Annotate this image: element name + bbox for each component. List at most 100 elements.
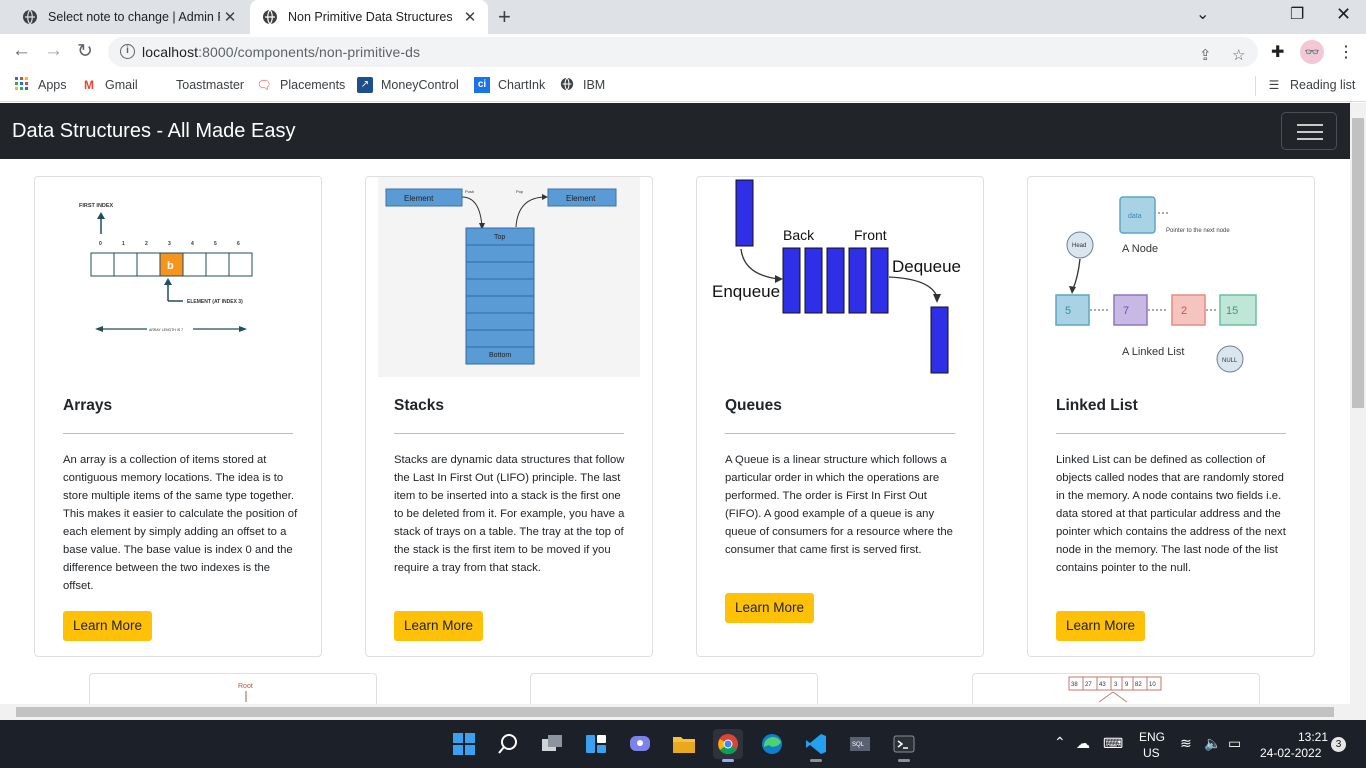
tab-non-primitive[interactable]: Non Primitive Data Structures ✕ <box>250 0 488 34</box>
divider <box>394 433 624 434</box>
card-queues: Enqueue Back Front Dequeue Queues A Queu… <box>696 176 984 657</box>
forward-arrow-icon[interactable]: → <box>44 40 63 62</box>
divider <box>1056 433 1286 434</box>
tab-admin[interactable]: Select note to change | Admin Pa ✕ <box>10 0 248 34</box>
globe-icon <box>262 9 278 25</box>
widgets-icon[interactable] <box>581 729 611 759</box>
teams-chat-icon[interactable] <box>625 729 655 759</box>
url-text[interactable]: localhost:8000/components/non-primitive-… <box>142 44 420 60</box>
reading-list-label: Reading list <box>1290 78 1356 92</box>
svg-text:Top: Top <box>494 234 505 241</box>
restore-window-icon[interactable]: ❐ <box>1290 4 1304 24</box>
wifi-icon[interactable]: ≋ <box>1180 735 1192 752</box>
stack-diagram-image: Element Element Push Pop Top Bottom <box>378 177 640 377</box>
bookmark-label: ChartInk <box>498 78 546 92</box>
vertical-scrollbar[interactable] <box>1350 103 1366 704</box>
back-arrow-icon[interactable]: ← <box>12 40 31 62</box>
bookmark-gmail[interactable]: M Gmail <box>81 77 138 93</box>
moneycontrol-icon: ↗ <box>357 77 373 93</box>
hash-diagram-image: 38 27 43 3 9 82 10 <box>1068 676 1162 703</box>
hamburger-bar <box>1297 131 1323 133</box>
bookmark-label: Toastmaster <box>176 78 245 92</box>
svg-text:Pop: Pop <box>516 189 524 194</box>
menu-dots-icon[interactable]: ⋮ <box>1338 42 1354 62</box>
svg-text:data: data <box>1128 213 1142 220</box>
site-navbar: Data Structures - All Made Easy <box>0 103 1350 159</box>
chrome-icon[interactable] <box>713 729 743 762</box>
svg-text:7: 7 <box>1123 305 1129 317</box>
site-brand[interactable]: Data Structures - All Made Easy <box>12 120 295 143</box>
terminal-icon[interactable] <box>889 729 919 762</box>
chevron-down-icon[interactable]: ⌄ <box>1196 4 1209 24</box>
database-tool-icon[interactable]: SQL <box>845 729 875 759</box>
close-icon[interactable]: ✕ <box>220 8 240 26</box>
puzzle-extensions-icon[interactable]: ✚ <box>1271 42 1284 62</box>
tab-strip: Select note to change | Admin Pa ✕ Non P… <box>0 0 1366 34</box>
keyboard-icon[interactable]: ⌨ <box>1103 735 1123 752</box>
reading-list-button[interactable]: ☰ Reading list <box>1266 77 1356 93</box>
linked-list-diagram-image: data Pointer to the next node A Node Hea… <box>1055 196 1257 373</box>
chevron-up-icon[interactable]: ⌃ <box>1054 734 1066 751</box>
bookmark-moneycontrol[interactable]: ↗ MoneyControl <box>357 77 459 93</box>
learn-more-button[interactable]: Learn More <box>725 593 815 623</box>
edge-icon[interactable] <box>757 729 787 759</box>
divider <box>63 433 293 434</box>
language-code[interactable]: ENG <box>1139 730 1165 744</box>
card-text: A Queue is a linear structure which foll… <box>725 454 953 556</box>
blank-page-icon <box>152 77 168 93</box>
close-window-icon[interactable]: ✕ <box>1336 4 1351 25</box>
divider <box>1255 76 1256 96</box>
card-text: An array is a collection of items stored… <box>63 454 298 592</box>
svg-text:5: 5 <box>214 241 217 247</box>
profile-avatar[interactable]: 👓 <box>1300 40 1324 64</box>
battery-icon[interactable]: ▭ <box>1228 735 1241 752</box>
bookmark-toastmaster[interactable]: Toastmaster <box>152 77 244 93</box>
search-icon[interactable] <box>493 729 523 759</box>
new-tab-plus-icon[interactable]: + <box>498 4 511 30</box>
close-icon[interactable]: ✕ <box>460 8 480 26</box>
info-icon[interactable]: i <box>120 44 135 59</box>
bookmark-apps[interactable]: Apps <box>14 77 67 93</box>
divider <box>725 433 955 434</box>
card-title: Arrays <box>63 397 113 414</box>
learn-more-button[interactable]: Learn More <box>63 611 153 641</box>
reload-icon[interactable]: ↻ <box>77 40 93 63</box>
scrollbar-corner <box>1350 704 1366 720</box>
bookmark-label: IBM <box>583 78 606 92</box>
vscode-icon[interactable] <box>801 729 831 762</box>
learn-more-button[interactable]: Learn More <box>394 611 484 641</box>
bookmark-placements[interactable]: 🗨 Placements <box>256 77 345 93</box>
bookmark-label: MoneyControl <box>381 78 459 92</box>
region-code[interactable]: US <box>1143 746 1160 760</box>
bookmark-chartink[interactable]: ci ChartInk <box>474 77 545 93</box>
address-bar[interactable]: i localhost:8000/components/non-primitiv… <box>108 37 1258 67</box>
card-title: Queues <box>725 397 782 414</box>
file-explorer-icon[interactable] <box>669 729 699 759</box>
card-stacks: Element Element Push Pop Top Bottom Stac <box>365 176 653 657</box>
cloud-icon[interactable]: ☁ <box>1076 735 1090 752</box>
scrollbar-thumb[interactable] <box>16 707 1334 717</box>
task-view-icon[interactable] <box>537 729 567 759</box>
bookmark-label: Apps <box>38 78 67 92</box>
scrollbar-thumb[interactable] <box>1352 118 1364 408</box>
windows-start-icon[interactable] <box>449 729 479 759</box>
running-indicator <box>898 759 910 762</box>
share-icon[interactable]: ⇪ <box>1199 46 1212 64</box>
svg-text:2: 2 <box>1181 305 1187 317</box>
star-icon[interactable]: ☆ <box>1232 46 1245 64</box>
bookmark-ibm[interactable]: IBM <box>559 77 605 93</box>
navbar-toggler-button[interactable] <box>1281 112 1337 150</box>
svg-text:43: 43 <box>1099 682 1106 688</box>
svg-text:Head: Head <box>1072 243 1086 249</box>
learn-more-button[interactable]: Learn More <box>1056 611 1146 641</box>
svg-text:A Node: A Node <box>1122 243 1158 255</box>
speaker-icon[interactable]: 🔈 <box>1204 735 1221 752</box>
svg-text:15: 15 <box>1226 305 1238 317</box>
horizontal-scrollbar[interactable] <box>0 704 1350 720</box>
clock-date[interactable]: 24-02-2022 <box>1260 746 1321 760</box>
notification-badge[interactable]: 3 <box>1331 737 1346 752</box>
clock-time[interactable]: 13:21 <box>1298 730 1328 744</box>
svg-text:SQL: SQL <box>852 742 865 748</box>
card-hash-partial: 38 27 43 3 9 82 10 <box>972 673 1260 704</box>
svg-text:NULL: NULL <box>1222 358 1238 364</box>
